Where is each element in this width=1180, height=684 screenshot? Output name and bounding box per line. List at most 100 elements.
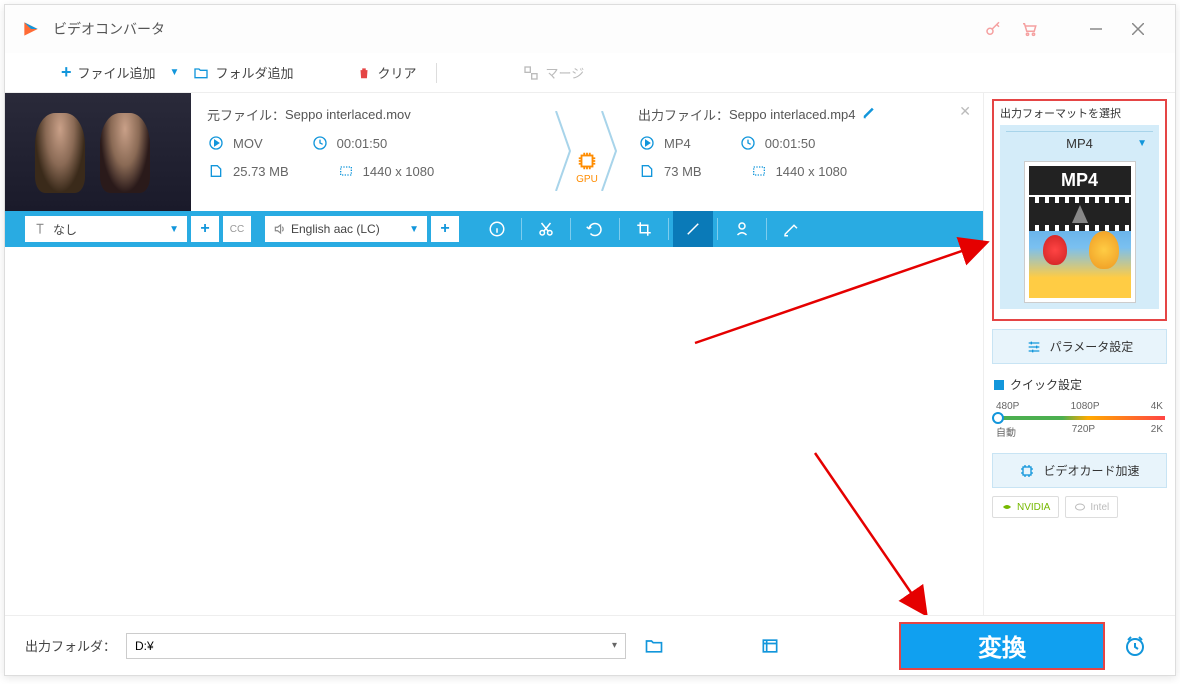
quick-settings: クイック設定 480P 1080P 4K 自動 720P 2K (992, 372, 1167, 445)
toolbar: + ファイル追加 ▼ フォルダ追加 クリア マージ (5, 53, 1175, 93)
open-folder-button[interactable] (752, 630, 788, 662)
cart-icon[interactable] (1013, 13, 1045, 45)
output-duration: 00:01:50 (765, 136, 816, 151)
divider: GPU (552, 93, 622, 211)
nvidia-chip[interactable]: NVIDIA (992, 496, 1059, 518)
edit-icon[interactable] (862, 106, 876, 123)
sliders-icon (1026, 339, 1042, 355)
video-thumbnail[interactable] (5, 93, 191, 211)
output-filename: Seppo interlaced.mp4 (729, 107, 855, 122)
info-tool[interactable] (477, 211, 517, 247)
q-4k: 4K (1151, 401, 1163, 412)
format-thumb-label: MP4 (1029, 166, 1131, 195)
chevron-down-icon: ▼ (409, 224, 419, 235)
titlebar: ビデオコンバータ (5, 5, 1175, 53)
bracket-left-icon (552, 111, 576, 191)
separator (436, 63, 437, 83)
rotate-tool[interactable] (575, 211, 615, 247)
subtitle-value: なし (53, 221, 77, 238)
key-icon[interactable] (977, 13, 1009, 45)
browse-folder-button[interactable] (636, 630, 672, 662)
remove-file-button[interactable]: ✕ (959, 103, 971, 120)
file-icon (638, 162, 656, 180)
clear-button[interactable]: クリア (351, 59, 422, 86)
param-label: パラメータ設定 (1050, 338, 1134, 355)
add-file-label: ファイル追加 (78, 63, 156, 82)
quick-title: クイック設定 (1010, 376, 1082, 393)
minimize-button[interactable] (1075, 13, 1117, 45)
resolution-icon (750, 162, 768, 180)
main-area: 元ファイル： Seppo interlaced.mov MOV 00:01:50… (5, 93, 983, 615)
gpu-accel-button[interactable]: ビデオカード加速 (992, 453, 1167, 488)
q-720p: 720P (1072, 424, 1095, 439)
intel-label: Intel (1090, 502, 1109, 513)
audio-select[interactable]: English aac (LC) ▼ (265, 216, 427, 242)
subtitle-tool[interactable] (771, 211, 811, 247)
output-resolution: 1440 x 1080 (776, 164, 848, 179)
cut-tool[interactable] (526, 211, 566, 247)
annotation-arrow-1 (685, 233, 1005, 353)
cc-button[interactable]: CC (223, 216, 251, 242)
source-label: 元ファイル： (207, 105, 285, 124)
q-2k: 2K (1151, 424, 1163, 439)
convert-button[interactable]: 変換 (899, 622, 1105, 670)
chevron-down-icon: ▼ (169, 224, 179, 235)
watermark-tool[interactable] (722, 211, 762, 247)
add-subtitle-button[interactable]: + (191, 216, 219, 242)
format-title: 出力フォーマットを選択 (1000, 105, 1159, 121)
add-file-dropdown[interactable]: ▼ (170, 67, 180, 78)
bracket-right-icon (598, 111, 622, 191)
merge-button[interactable]: マージ (517, 59, 590, 86)
source-size: 25.73 MB (233, 164, 289, 179)
trash-icon (357, 65, 371, 81)
clock-icon (311, 134, 329, 152)
add-audio-button[interactable]: + (431, 216, 459, 242)
source-duration: 00:01:50 (337, 136, 388, 151)
nvidia-label: NVIDIA (1017, 502, 1050, 513)
quality-slider[interactable]: 480P 1080P 4K 自動 720P 2K (994, 401, 1165, 441)
intel-chip[interactable]: Intel (1065, 496, 1118, 518)
output-label: 出力ファイル： (638, 105, 729, 124)
source-info: 元ファイル： Seppo interlaced.mov MOV 00:01:50… (191, 93, 552, 211)
param-settings-button[interactable]: パラメータ設定 (992, 329, 1167, 364)
gpu-label: GPU (576, 174, 598, 185)
clock-icon (739, 134, 757, 152)
q-1080p: 1080P (1071, 401, 1100, 412)
add-folder-label: フォルダ追加 (215, 63, 293, 82)
sidebar: 出力フォーマットを選択 MP4 ▼ MP4 (983, 93, 1175, 615)
q-auto: 自動 (996, 424, 1016, 439)
output-folder-label: 出力フォルダ： (25, 636, 116, 655)
source-format: MOV (233, 136, 263, 151)
convert-label: 変換 (978, 628, 1026, 663)
effect-tool[interactable] (673, 211, 713, 247)
schedule-button[interactable] (1115, 626, 1155, 666)
q-480p: 480P (996, 401, 1019, 412)
play-icon (638, 134, 656, 152)
subtitle-select[interactable]: なし ▼ (25, 216, 187, 242)
slider-thumb[interactable] (992, 412, 1004, 424)
output-info: 出力ファイル： Seppo interlaced.mp4 MP4 00:01:5… (622, 93, 983, 211)
text-icon (33, 222, 47, 236)
action-bar: なし ▼ + CC English aac (LC) ▼ + (5, 211, 983, 247)
format-thumbnail: MP4 (1024, 161, 1136, 303)
crop-tool[interactable] (624, 211, 664, 247)
nvidia-icon (1001, 501, 1013, 513)
clear-label: クリア (377, 63, 416, 82)
add-file-button[interactable]: + ファイル追加 (55, 58, 162, 87)
output-path: D:¥ (135, 639, 154, 653)
app-logo (21, 19, 41, 39)
source-resolution: 1440 x 1080 (363, 164, 435, 179)
output-size: 73 MB (664, 164, 702, 179)
close-button[interactable] (1117, 13, 1159, 45)
chip-icon (1019, 463, 1035, 479)
merge-label: マージ (545, 63, 584, 82)
audio-value: English aac (LC) (291, 222, 380, 236)
format-selected: MP4 (1066, 136, 1093, 151)
file-row: 元ファイル： Seppo interlaced.mov MOV 00:01:50… (5, 93, 983, 211)
gpu-badge: GPU (576, 150, 598, 185)
merge-icon (523, 65, 539, 81)
format-select[interactable]: MP4 ▼ MP4 (1000, 125, 1159, 309)
output-path-select[interactable]: D:¥ ▾ (126, 633, 626, 659)
resolution-icon (337, 162, 355, 180)
add-folder-button[interactable]: フォルダ追加 (187, 59, 299, 86)
